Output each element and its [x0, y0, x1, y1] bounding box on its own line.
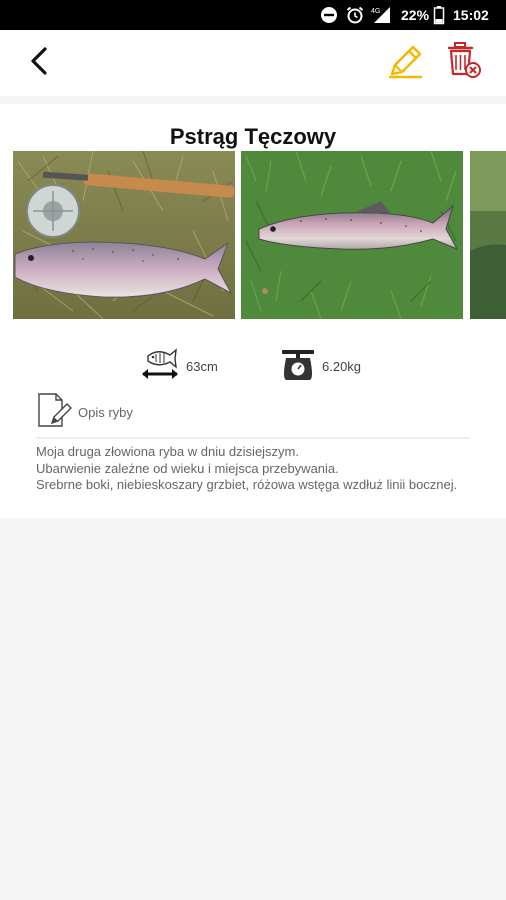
fish-photo-1[interactable] [13, 151, 235, 319]
document-edit-icon [36, 392, 72, 433]
length-stat: 63cm [140, 346, 218, 386]
fish-description: Moja druga złowiona ryba w dniu dzisiejs… [36, 444, 476, 494]
fish-photo-3[interactable] [470, 151, 506, 319]
chevron-left-icon [27, 46, 51, 81]
weight-stat: 6.20kg [280, 346, 361, 386]
back-button[interactable] [16, 40, 62, 86]
clock-time: 15:02 [453, 7, 489, 23]
battery-icon [433, 0, 445, 30]
delete-button[interactable] [440, 40, 486, 86]
scale-icon [280, 346, 316, 387]
divider [36, 437, 470, 439]
status-bar: 4G 22% 15:02 [0, 0, 506, 30]
description-header: Opis ryby [36, 392, 133, 432]
edit-button[interactable] [382, 40, 428, 86]
battery-percentage: 22% [401, 7, 430, 23]
trash-delete-icon [443, 41, 483, 86]
svg-text:4G: 4G [371, 8, 380, 15]
app-bar [0, 30, 506, 96]
length-value: 63cm [186, 358, 218, 374]
fish-name-title: Pstrąg Tęczowy [169, 124, 337, 149]
description-label: Opis ryby [78, 404, 133, 420]
fish-photo-2[interactable] [241, 151, 463, 319]
signal-icon: 4G [371, 0, 393, 30]
alarm-icon [345, 0, 365, 30]
weight-value: 6.20kg [322, 358, 362, 374]
description-line: Srebrne boki, niebieskoszary grzbiet, ró… [36, 477, 458, 492]
do-not-disturb-icon [320, 0, 338, 30]
photo-gallery[interactable] [13, 151, 506, 321]
description-line: Ubarwienie zależne od wieku i miejsca pr… [36, 460, 339, 476]
fish-detail-card: Pstrąg Tęczowy 63cm 6.20kg Opis ryby Moj… [0, 104, 506, 518]
description-line: Moja druga złowiona ryba w dniu dzisiejs… [36, 444, 300, 459]
pencil-icon [385, 41, 425, 86]
fish-length-icon [140, 346, 180, 387]
